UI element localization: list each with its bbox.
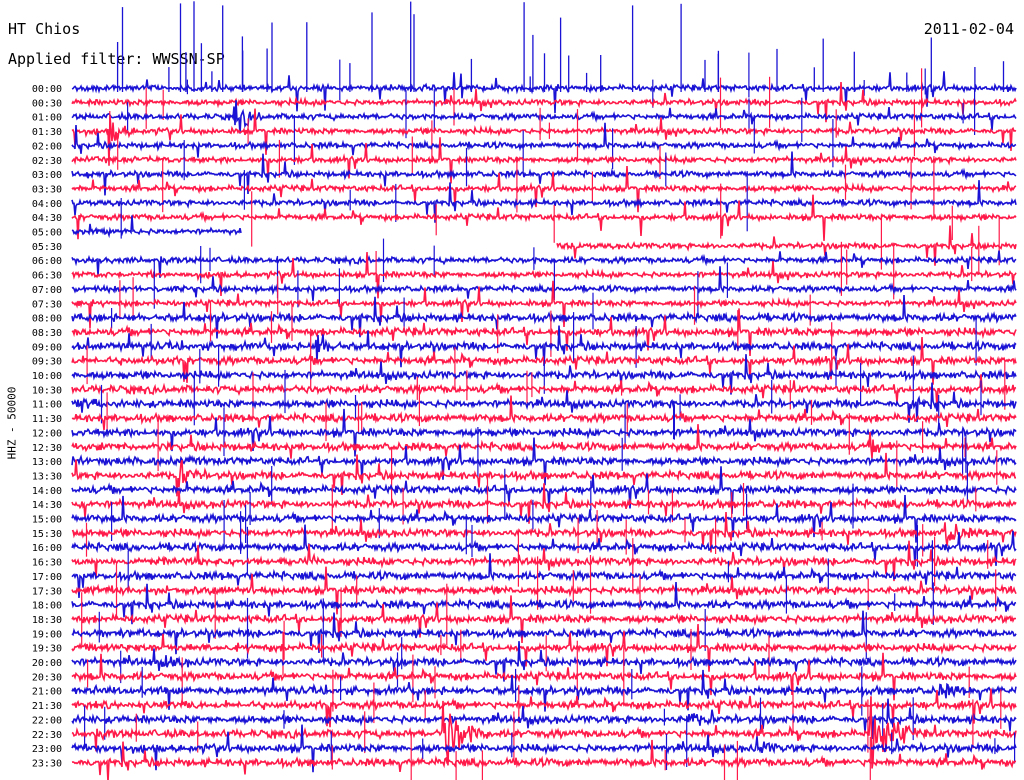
row-time-label: 09:30 [32, 357, 62, 368]
row-time-label: 03:30 [32, 184, 62, 195]
trace-row [71, 424, 1017, 459]
row-time-label: 08:30 [32, 328, 62, 339]
row-time-label: 20:30 [32, 672, 62, 683]
row-time-label: 12:30 [32, 443, 62, 454]
row-time-label: 22:30 [32, 730, 62, 741]
helicorder-plot: 00:00 00:30 01:00 01:30 02:00 02:30 03:00 03:30… [32, 1, 1017, 780]
row-time-label: 22:00 [32, 715, 62, 726]
row-time-label: 23:30 [32, 758, 62, 769]
row-time-label: 00:30 [32, 98, 62, 109]
row-time-label: 09:00 [32, 342, 62, 353]
row-time-label: 05:30 [32, 242, 62, 253]
row-time-label: 11:30 [32, 414, 62, 425]
row-time-label: 05:00 [32, 228, 62, 239]
row-time-label: 23:00 [32, 744, 62, 755]
row-time-label: 08:00 [32, 314, 62, 325]
row-time-label: 10:00 [32, 371, 62, 382]
row-time-label: 02:30 [32, 156, 62, 167]
trace-layer [71, 1, 1017, 780]
row-time-label: 06:30 [32, 271, 62, 282]
row-time-label: 17:00 [32, 572, 62, 583]
row-time-label: 18:00 [32, 601, 62, 612]
row-time-label: 07:30 [32, 299, 62, 310]
row-time-label: 04:30 [32, 213, 62, 224]
trace-row [71, 266, 1017, 302]
row-time-label: 12:00 [32, 428, 62, 439]
row-time-label: 04:00 [32, 199, 62, 210]
row-time-label: 06:00 [32, 256, 62, 267]
row-time-label: 17:30 [32, 586, 62, 597]
row-time-label: 10:30 [32, 385, 62, 396]
row-time-label: 03:00 [32, 170, 62, 181]
row-time-label: 19:30 [32, 644, 62, 655]
row-time-label: 13:30 [32, 471, 62, 482]
row-time-label: 21:30 [32, 701, 62, 712]
row-time-label: 13:00 [32, 457, 62, 468]
row-time-label: 16:00 [32, 543, 62, 554]
row-time-label: 19:00 [32, 629, 62, 640]
row-time-label: 18:30 [32, 615, 62, 626]
row-time-label: 01:00 [32, 113, 62, 124]
row-time-label: 14:30 [32, 500, 62, 511]
row-time-label: 01:30 [32, 127, 62, 138]
row-time-label: 00:00 [32, 84, 62, 95]
row-time-label: 21:00 [32, 687, 62, 698]
row-time-label: 11:00 [32, 400, 62, 411]
trace-row [71, 180, 1017, 223]
row-time-label: 15:00 [32, 515, 62, 526]
trace-row [71, 215, 242, 239]
row-time-label: 16:30 [32, 558, 62, 569]
row-label-layer: 00:00 00:30 01:00 01:30 02:00 02:30 03:00 03:30… [32, 84, 62, 769]
row-time-label: 15:30 [32, 529, 62, 540]
row-time-label: 14:00 [32, 486, 62, 497]
row-time-label: 20:00 [32, 658, 62, 669]
row-time-label: 07:00 [32, 285, 62, 296]
row-time-label: 02:00 [32, 141, 62, 152]
